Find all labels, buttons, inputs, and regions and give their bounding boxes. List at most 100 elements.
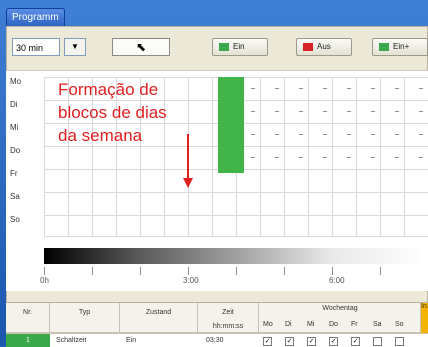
weekday-header-do: Do — [329, 321, 338, 328]
time-label-0h: 0h — [40, 276, 49, 285]
day-label-mi: Mi — [10, 123, 19, 132]
extra-header: In — [421, 303, 428, 333]
cursor-tool-button[interactable]: ⬉ — [112, 38, 170, 56]
on-plus-button[interactable]: Ein+ — [372, 38, 428, 56]
grid-dash — [395, 111, 399, 112]
grid-dash — [419, 134, 423, 135]
time-tick — [44, 267, 45, 275]
time-tick — [188, 267, 189, 275]
on-button-label: Ein — [233, 42, 245, 51]
grid-dash — [419, 157, 423, 158]
grid-dash — [347, 134, 351, 135]
row-zeit: 03:30 — [206, 337, 224, 344]
toolbar: 30 min ▼ ⬉ Ein Aus Ein+ — [6, 26, 428, 60]
grid-dash — [251, 157, 255, 158]
annotation-arrow-head — [183, 178, 193, 188]
grid-dash — [419, 111, 423, 112]
time-label-3h: 3:00 — [183, 276, 199, 285]
annotation-line-1: Formação de — [58, 80, 159, 99]
on-plus-color-icon — [379, 43, 389, 51]
grid-dash — [299, 134, 303, 135]
day-label-mo: Mo — [10, 77, 22, 86]
weekday-header-mi: Mi — [307, 321, 315, 328]
zeit-header-label: Zeit — [222, 309, 234, 316]
grid-dash — [347, 88, 351, 89]
grid-dash — [275, 88, 279, 89]
grid-vline — [404, 77, 405, 237]
grid-dash — [251, 111, 255, 112]
weekday-header-sa: Sa — [373, 321, 382, 328]
zeit-header-sub: hh:mm:ss — [212, 323, 244, 330]
grid-dash — [371, 111, 375, 112]
grid-vline — [260, 77, 261, 237]
grid-dash — [419, 88, 423, 89]
time-tick — [140, 267, 141, 275]
on-plus-button-label: Ein+ — [393, 42, 410, 51]
row-typ: Schaltzeit — [56, 337, 87, 344]
time-tick — [380, 267, 381, 275]
weekday-header-title: Wochentag — [322, 305, 358, 312]
interval-select[interactable]: 30 min — [12, 38, 60, 56]
weekday-header: Wochentag Mo Di Mi Do Fr Sa So — [259, 303, 421, 333]
zeit-header: Zeit hh:mm:ss — [198, 303, 259, 333]
grid-dash — [299, 111, 303, 112]
zustand-header: Zustand — [120, 303, 198, 333]
grid-dash — [395, 134, 399, 135]
off-button[interactable]: Aus — [296, 38, 352, 56]
grid-vline — [284, 77, 285, 237]
time-tick — [284, 267, 285, 275]
off-color-icon — [303, 43, 313, 51]
grid-dash — [395, 88, 399, 89]
grid-dash — [275, 134, 279, 135]
grid-dash — [299, 88, 303, 89]
grid-dash — [323, 111, 327, 112]
interval-dropdown-button[interactable]: ▼ — [64, 38, 86, 56]
annotation-line-2: blocos de dias — [58, 103, 167, 122]
row-nr: 1 — [6, 334, 50, 347]
scheduled-on-block[interactable] — [218, 77, 244, 173]
nr-header: Nr. — [6, 303, 50, 333]
time-tick — [236, 267, 237, 275]
day-label-sa: Sa — [10, 192, 20, 201]
grid-vline — [332, 77, 333, 237]
grid-dash — [251, 134, 255, 135]
grid-dash — [371, 157, 375, 158]
weekday-header-fr: Fr — [351, 321, 358, 328]
on-button[interactable]: Ein — [212, 38, 268, 56]
day-label-fr: Fr — [10, 169, 18, 178]
program-tab[interactable]: Programm — [6, 8, 65, 27]
cursor-icon: ⬉ — [135, 40, 147, 54]
time-tick — [332, 267, 333, 275]
grid-dash — [251, 88, 255, 89]
grid-dash — [347, 157, 351, 158]
grid-dash — [323, 88, 327, 89]
typ-header: Typ — [50, 303, 120, 333]
grid-vline — [380, 77, 381, 237]
grid-vline — [44, 77, 45, 237]
program-panel: 30 min ▼ ⬉ Ein Aus Ein+ Mo Di Mi Do Fr S… — [6, 26, 428, 347]
schedule-table: Nr. Typ Zustand Zeit hh:mm:ss Wochentag … — [6, 302, 428, 347]
day-label-di: Di — [10, 100, 18, 109]
grid-vline — [212, 77, 213, 237]
grid-dash — [371, 88, 375, 89]
grid-dash — [395, 157, 399, 158]
grid-dash — [323, 157, 327, 158]
time-gradient-bar — [44, 248, 428, 264]
row-zustand: Ein — [126, 337, 137, 344]
grid-dash — [275, 111, 279, 112]
time-tick — [92, 267, 93, 275]
on-color-icon — [219, 43, 229, 51]
time-label-6h: 6:00 — [329, 276, 345, 285]
annotation-line-3: da semana — [58, 126, 143, 145]
grid-dash — [323, 134, 327, 135]
grid-dash — [275, 157, 279, 158]
grid-dash — [347, 111, 351, 112]
grid-dash — [371, 134, 375, 135]
annotation-text: Formação de blocos de dias da semana — [58, 78, 167, 147]
day-label-do: Do — [10, 146, 21, 155]
off-button-label: Aus — [317, 42, 331, 51]
grid-vline — [356, 77, 357, 237]
grid-dash — [299, 157, 303, 158]
day-label-so: So — [10, 215, 20, 224]
annotation-arrow — [187, 134, 189, 180]
